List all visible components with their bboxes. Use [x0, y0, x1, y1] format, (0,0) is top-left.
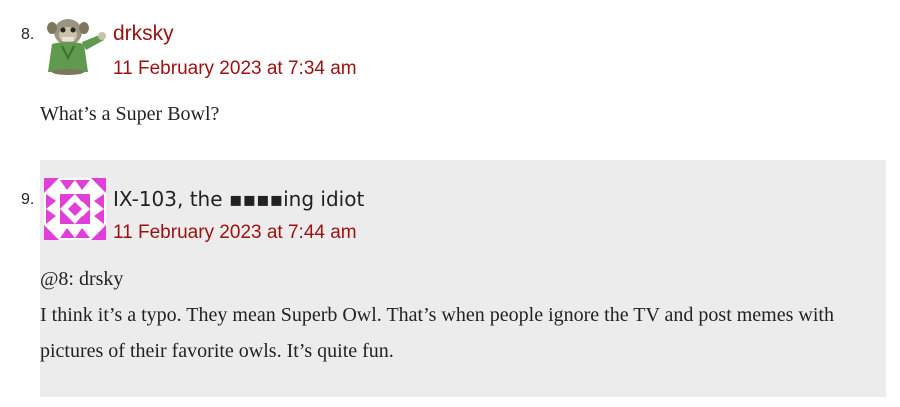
comment-text: What’s a Super Bowl?: [40, 103, 220, 125]
comment-date-link[interactable]: 11 February 2023 at 7:44 am: [113, 222, 357, 244]
comment-number: 8.: [21, 26, 35, 43]
monkey-avatar-icon: [44, 14, 106, 76]
comment-date-link[interactable]: 11 February 2023 at 7:34 am: [113, 58, 357, 80]
comment-text: I think it’s a typo. They mean Superb Ow…: [40, 304, 834, 362]
comment-reply-ref: @8: drsky: [40, 268, 124, 290]
comment-author: IX-103, the ▪▪▪▪ing idiot: [113, 187, 365, 211]
comment-body: What’s a Super Bowl?: [40, 96, 880, 132]
comment-8: 8. drksky 11 February 2023 at 7:34 am Wh…: [0, 0, 900, 160]
identicon-avatar-icon: [44, 178, 106, 240]
comment-number: 9.: [21, 191, 35, 208]
comment-body: @8: drsky I think it’s a typo. They mean…: [40, 261, 870, 369]
comment-author-link[interactable]: drksky: [113, 22, 174, 46]
